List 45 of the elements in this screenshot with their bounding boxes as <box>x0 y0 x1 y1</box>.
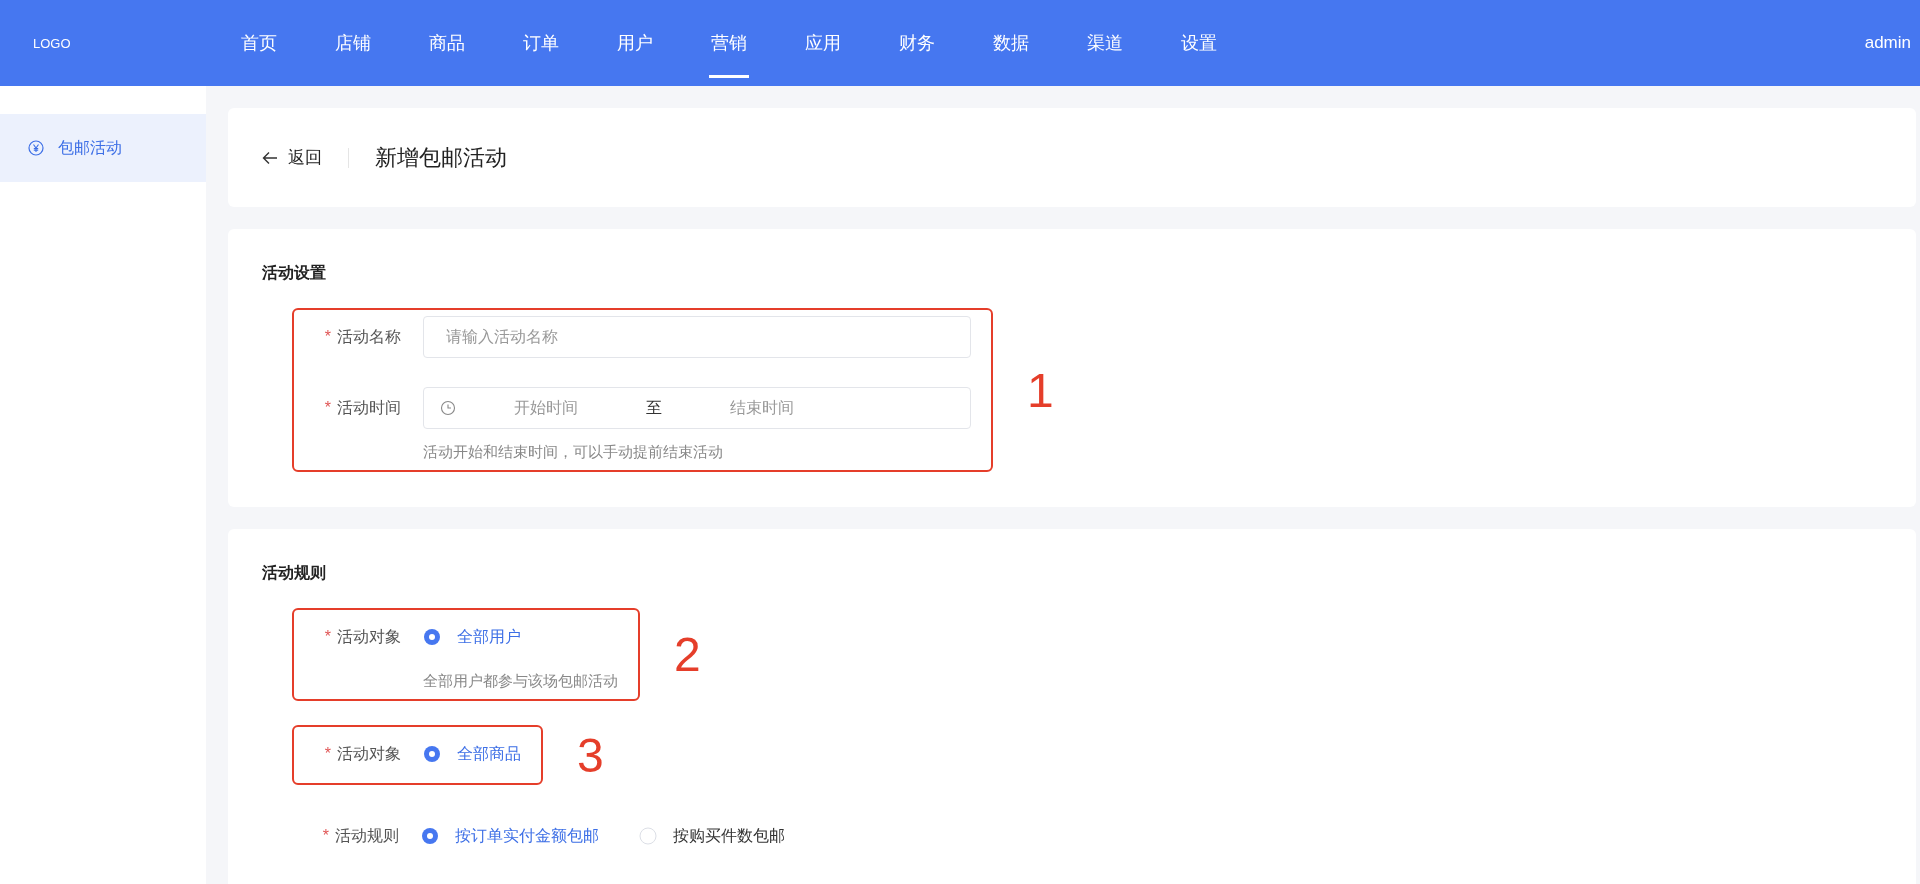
field-label: 活动名称 <box>337 326 401 347</box>
annotation-number: 3 <box>577 727 604 783</box>
required-mark: * <box>324 328 331 346</box>
radio-option[interactable]: 按购买件数包邮 <box>639 825 785 847</box>
back-arrow-icon <box>262 150 278 165</box>
required-mark: * <box>324 745 331 763</box>
field-label: 活动时间 <box>337 397 401 418</box>
radio-button[interactable] <box>421 827 439 845</box>
nav-tab[interactable]: 设置 <box>1165 0 1233 86</box>
hint-text: 活动开始和结束时间，可以手动提前结束活动 <box>423 443 724 462</box>
clock-icon <box>440 400 456 416</box>
required-mark: * <box>324 399 331 417</box>
page-title: 新增包邮活动 <box>375 143 507 172</box>
nav-tab[interactable]: 应用 <box>789 0 857 86</box>
nav-tab[interactable]: 商品 <box>413 0 481 86</box>
required-mark: * <box>322 827 329 845</box>
radio-option[interactable]: 全部用户 <box>423 626 521 648</box>
nav-tab[interactable]: 数据 <box>977 0 1045 86</box>
nav-tab[interactable]: 首页 <box>225 0 293 86</box>
nav-tab[interactable]: 用户 <box>601 0 669 86</box>
nav-tab[interactable]: 财务 <box>883 0 951 86</box>
section-title: 活动规则 <box>262 563 327 583</box>
radio-button[interactable] <box>423 745 441 763</box>
radio-button[interactable] <box>639 827 657 845</box>
radio-button[interactable] <box>423 628 441 646</box>
required-mark: * <box>324 628 331 646</box>
yen-icon <box>28 140 44 156</box>
annotation-number: 1 <box>1027 362 1054 418</box>
logo[interactable]: LOGO <box>0 35 200 51</box>
input-field[interactable]: 请输入活动名称 <box>423 316 971 358</box>
field-label: 活动对象 <box>337 743 401 764</box>
radio-option[interactable]: 按订单实付金额包邮 <box>421 825 599 847</box>
date-range-field[interactable]: 开始时间 至 结束时间 <box>423 387 971 429</box>
field-label: 活动规则 <box>335 825 399 846</box>
nav-tab[interactable]: 店铺 <box>319 0 387 86</box>
nav-tab[interactable]: 订单 <box>507 0 575 86</box>
nav-tab[interactable]: 渠道 <box>1071 0 1139 86</box>
back-link[interactable]: 返回 <box>262 146 322 169</box>
radio-option[interactable]: 全部商品 <box>423 743 521 765</box>
section-title: 活动设置 <box>262 263 327 283</box>
sidebar-item[interactable]: 包邮活动 <box>0 114 206 182</box>
user-name[interactable]: admin <box>1864 33 1920 53</box>
field-label: 活动对象 <box>337 626 401 647</box>
annotation-number: 2 <box>674 627 701 682</box>
hint-text: 全部用户都参与该场包邮活动 <box>423 672 618 691</box>
